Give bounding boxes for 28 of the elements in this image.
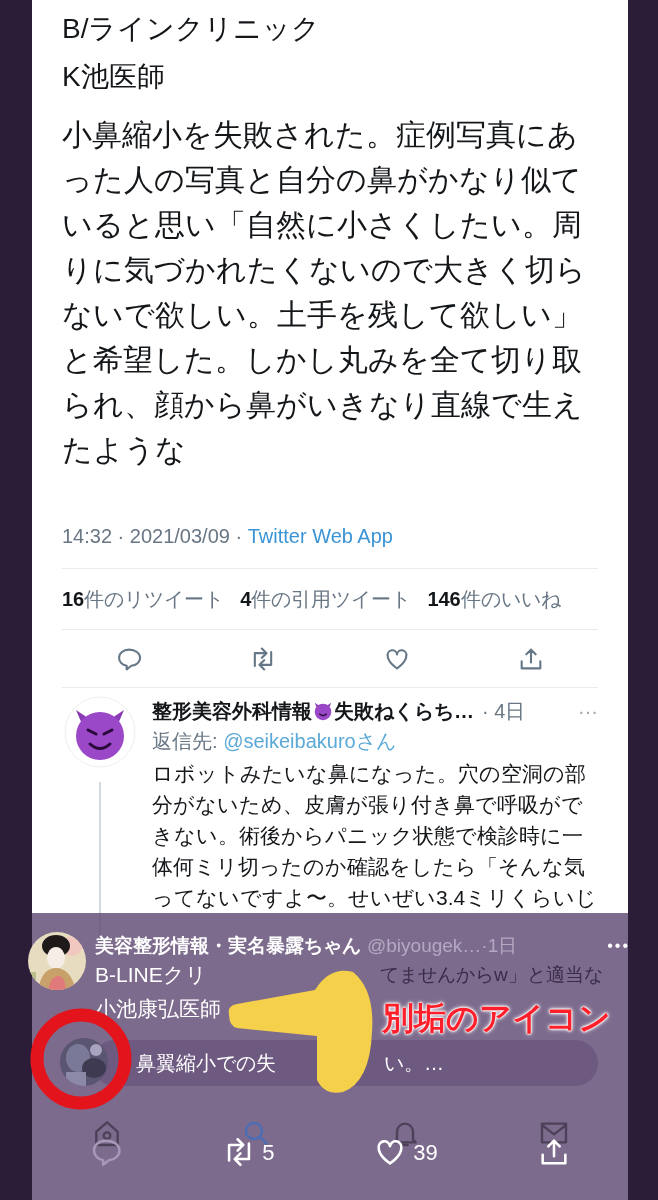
reply-text: 鼻翼縮小での失 — [136, 1051, 276, 1076]
annotation-label: 別垢のアイコン — [382, 999, 611, 1038]
stat-link[interactable]: 146件のいいね — [427, 585, 561, 613]
action-count: 5 — [262, 1138, 275, 1167]
author-name: 失敗ねくらち… — [334, 699, 474, 724]
reply-body: ロボットみたいな鼻になった。穴の空洞の部分がないため、皮膚が張り付き鼻で呼吸ができない。術後からパニック状態で検診時に一体何ミリ切ったのか確認をしたら「そんな気ってないですよ〜。せいぜい3.4ミリくらいじ — [152, 761, 598, 911]
mention-link[interactable]: @seikeibakuroさん — [223, 726, 396, 756]
author-name: 整形美容外科情報 — [152, 699, 312, 724]
reply-to-label: 返信先: — [152, 729, 219, 754]
devil-avatar-icon[interactable] — [64, 696, 136, 768]
reply-text: い。… — [384, 1051, 444, 1076]
post-time: · 4日 — [482, 699, 526, 724]
more-menu-icon[interactable]: ··· — [578, 696, 598, 726]
stat-link[interactable]: 16件のリツイート — [62, 585, 225, 613]
author-handle: @biyougek… — [367, 934, 482, 958]
tweet-body: 小鼻縮小を失敗された。症例写真にあった人の写真と自分の鼻がかなり似ていると思い「自然に小さくしたい。周りに気づかれたくないので大きく切らないで欲しい。土手を残して欲しい」と希望した。しかし丸みを全て切り取られ、顔から鼻がいきなり直線で生えたような — [62, 117, 587, 468]
source-link[interactable]: Twitter Web App — [247, 522, 393, 550]
author-name: 美容整形情報・実名暴露ちゃん — [95, 934, 361, 958]
post-time: ·1日 — [481, 934, 518, 958]
tweet-timestamp: 14:32 · 2021/03/09 · — [62, 524, 244, 549]
stat-link[interactable]: 4件の引用ツイート — [240, 585, 412, 613]
devil-emoji-icon — [312, 700, 334, 722]
more-menu-icon[interactable]: ••• — [607, 931, 630, 961]
action-count: 39 — [413, 1138, 438, 1167]
background-text: てませんからw」と適当な — [380, 963, 603, 987]
tweet-text: B-LINEクリ — [95, 962, 207, 988]
tweet-heading: B/ラインクリニック — [62, 12, 322, 46]
tweet-heading: K池医師 — [62, 60, 166, 94]
